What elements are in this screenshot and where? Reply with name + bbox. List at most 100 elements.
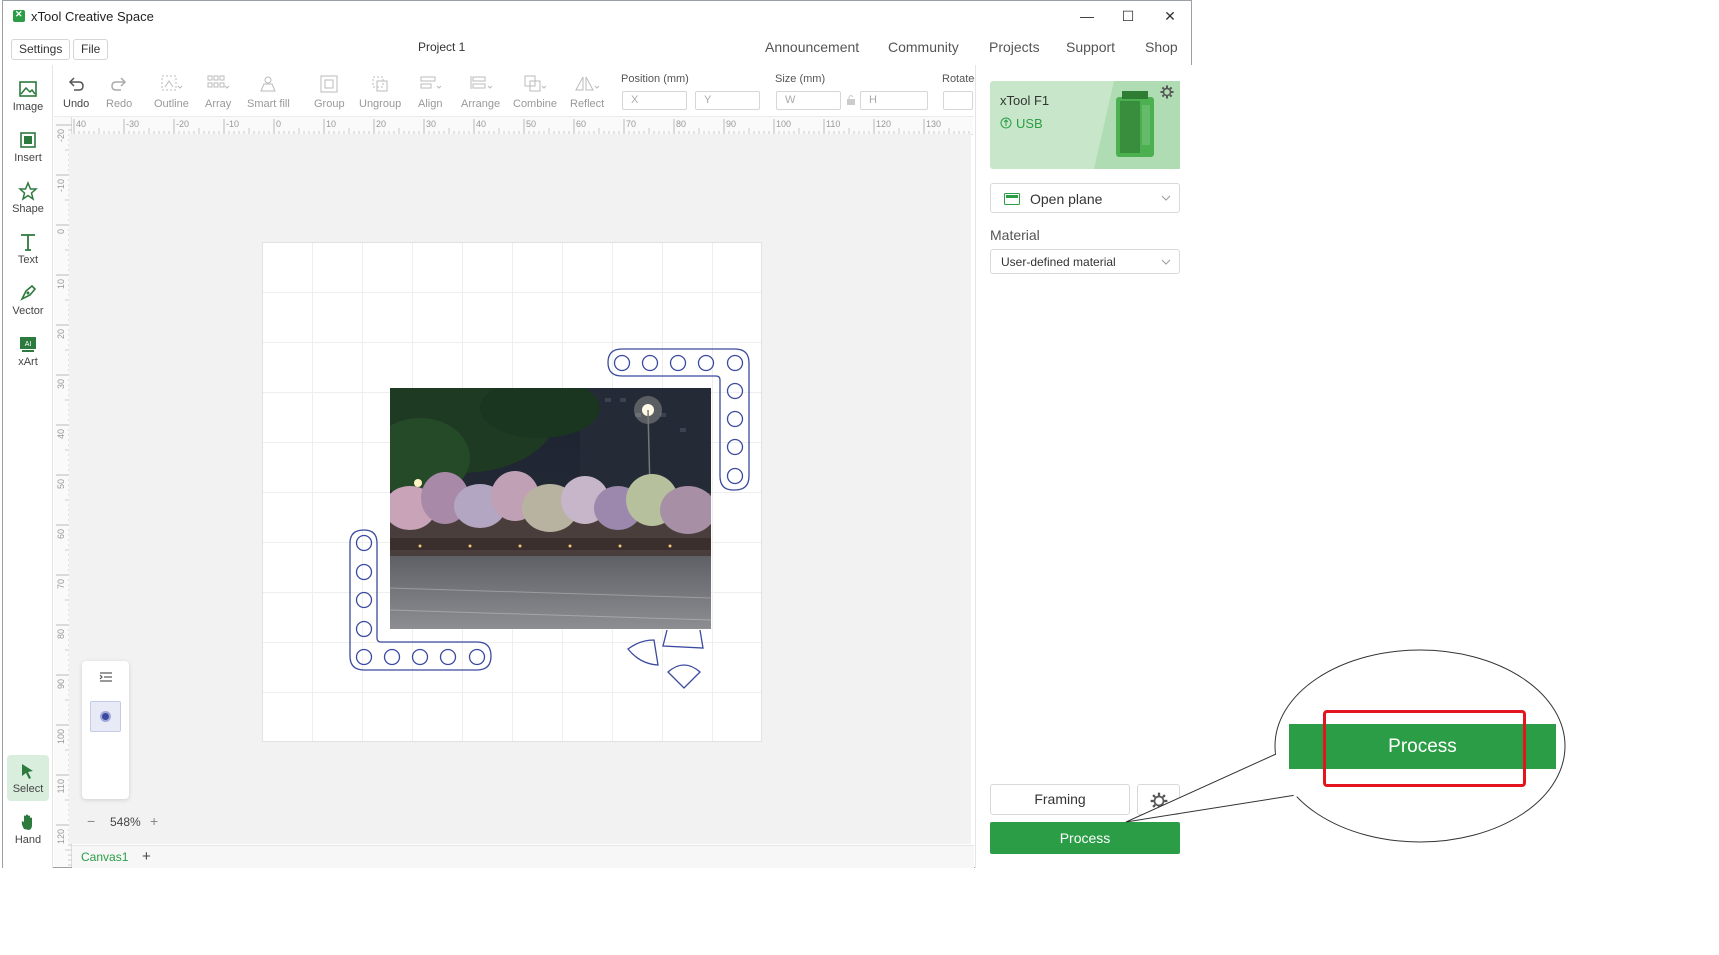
material-select[interactable]: User-defined material — [990, 249, 1180, 274]
combine-button[interactable]: Combine — [513, 73, 557, 110]
zoom-level[interactable]: 548% — [110, 815, 141, 829]
hand-tool[interactable]: Hand — [7, 806, 49, 852]
ungroup-icon — [372, 76, 388, 92]
ruler-tick-label: 120 — [876, 119, 891, 129]
settings-menu-button[interactable]: Settings — [11, 39, 71, 60]
plane-select[interactable]: Open plane — [990, 183, 1180, 213]
close-button[interactable]: ✕ — [1151, 5, 1189, 27]
callout-highlight-frame — [1323, 710, 1526, 787]
combine-icon — [524, 75, 547, 92]
ruler-tick-label: -10 — [226, 119, 239, 129]
chevron-down-icon — [1161, 259, 1171, 265]
horizontal-ruler: 40 -30 -20 -10 0 10 20 30 40 50 60 70 80 90 100 110 120 1… — [71, 117, 973, 135]
array-button[interactable]: Array — [205, 73, 231, 110]
array-label: Array — [205, 98, 232, 110]
zoom-in-button[interactable]: + — [150, 813, 158, 829]
text-tool-label: Text — [17, 254, 39, 266]
rotate-label: Rotate — [942, 73, 975, 85]
size-h-input[interactable]: H — [860, 91, 928, 110]
ruler-tick-label: 50 — [56, 479, 66, 489]
canvas-tabs: Canvas1 + — [72, 845, 974, 868]
minimize-button[interactable]: — — [1068, 5, 1106, 27]
rotate-input[interactable] — [943, 91, 973, 110]
nav-support[interactable]: Support — [1066, 39, 1115, 55]
align-button[interactable]: Align — [418, 73, 442, 110]
ruler-tick-label: 30 — [426, 119, 436, 129]
xart-tool-label: xArt — [18, 356, 38, 368]
ruler-tick-label: 60 — [576, 119, 586, 129]
layer-dot-icon — [100, 711, 111, 722]
ruler-tick-label: 20 — [56, 329, 66, 339]
shape-tool[interactable]: Shape — [7, 175, 49, 221]
array-icon — [207, 75, 230, 89]
nav-shop[interactable]: Shop — [1145, 39, 1178, 55]
window-title: xTool Creative Space — [31, 8, 154, 24]
redo-button[interactable]: Redo — [106, 73, 132, 110]
position-label: Position (mm) — [621, 73, 689, 85]
outline-label: Outline — [154, 98, 189, 110]
file-menu-button[interactable]: File — [73, 39, 109, 60]
ruler-tick-label: 40 — [476, 119, 486, 129]
vector-shapes[interactable] — [345, 345, 755, 690]
size-label: Size (mm) — [775, 73, 826, 85]
ungroup-button[interactable]: Ungroup — [359, 73, 401, 110]
smart-fill-icon — [260, 76, 277, 92]
open-plane-icon — [1004, 193, 1020, 205]
add-canvas-button[interactable]: + — [142, 848, 151, 865]
group-button[interactable]: Group — [314, 73, 345, 110]
ruler-tick-label: 0 — [276, 119, 281, 129]
layer-thumbnail[interactable] — [90, 701, 121, 732]
arrange-label: Arrange — [461, 98, 501, 110]
reflect-button[interactable]: Reflect — [570, 73, 604, 110]
nav-projects[interactable]: Projects — [989, 39, 1040, 55]
device-settings-gear-icon[interactable] — [1160, 85, 1174, 99]
lock-icon[interactable] — [845, 94, 857, 106]
undo-icon — [69, 77, 84, 91]
canvas-tab-1[interactable]: Canvas1 — [81, 850, 128, 864]
smart-fill-label: Smart fill — [247, 98, 290, 110]
device-connection: USB — [1016, 116, 1043, 131]
undo-label: Undo — [63, 98, 90, 110]
outline-icon — [161, 75, 183, 91]
xart-tool[interactable]: AI xArt — [7, 328, 49, 374]
device-card[interactable]: xTool F1 USB — [990, 81, 1180, 169]
arrange-button[interactable]: Arrange — [461, 73, 500, 110]
select-icon — [22, 764, 33, 779]
insert-tool[interactable]: Insert — [7, 124, 49, 170]
ruler-tick-label: 70 — [626, 119, 636, 129]
shape-tool-label: Shape — [12, 203, 44, 215]
shape-icon — [18, 181, 38, 201]
chevron-down-icon — [1161, 195, 1171, 201]
image-tool[interactable]: Image — [7, 73, 49, 119]
group-icon — [320, 75, 338, 93]
position-y-input[interactable]: Y — [695, 91, 760, 110]
ruler-tick-label: -20 — [176, 119, 189, 129]
text-tool[interactable]: Text — [7, 226, 49, 272]
ruler-tick-label: 110 — [826, 119, 840, 129]
smart-fill-button[interactable]: Smart fill — [247, 73, 290, 110]
outline-button[interactable]: Outline — [154, 73, 189, 110]
nav-announcement[interactable]: Announcement — [765, 39, 859, 55]
app-logo-icon — [13, 9, 25, 22]
position-x-input[interactable]: X — [622, 91, 687, 110]
ungroup-label: Ungroup — [359, 98, 402, 110]
device-name: xTool F1 — [1000, 93, 1050, 108]
zoom-out-button[interactable]: − — [87, 813, 95, 829]
align-icon — [420, 76, 442, 89]
ruler-tick-label: 90 — [56, 679, 66, 689]
ruler-tick-label: 0 — [56, 229, 66, 234]
maximize-button[interactable]: ☐ — [1109, 5, 1147, 27]
ruler-tick-label: -10 — [56, 179, 66, 192]
material-select-value: User-defined material — [1001, 255, 1116, 269]
material-heading: Material — [990, 227, 1040, 243]
undo-button[interactable]: Undo — [63, 73, 89, 110]
ruler-tick-label: 80 — [56, 629, 66, 639]
select-tool[interactable]: Select — [7, 755, 49, 801]
nav-community[interactable]: Community — [888, 39, 959, 55]
project-title[interactable]: Project 1 — [418, 40, 465, 54]
vector-tool[interactable]: Vector — [7, 277, 49, 323]
size-w-input[interactable]: W — [776, 91, 841, 110]
ruler-tick-label: 50 — [526, 119, 536, 129]
layers-list-icon[interactable] — [99, 671, 113, 683]
image-tool-label: Image — [12, 101, 44, 113]
